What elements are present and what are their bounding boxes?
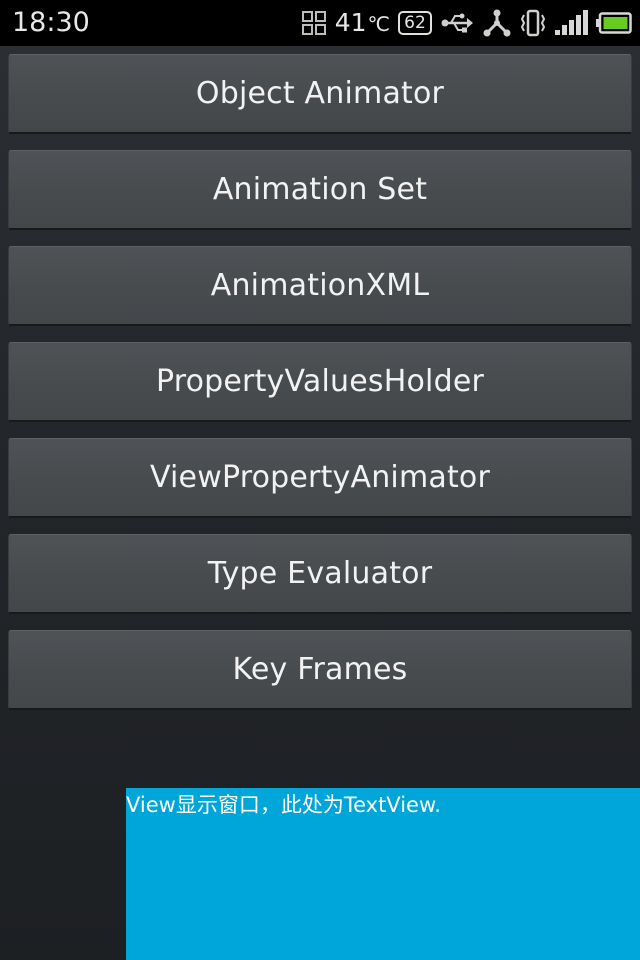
share-hub-icon (482, 9, 512, 37)
status-icons: 41℃ 62 (301, 7, 632, 39)
usb-icon (440, 12, 474, 34)
animation-xml-button[interactable]: AnimationXML (8, 246, 632, 326)
text-view-text: View显示窗口，此处为TextView. (126, 793, 441, 817)
temperature-unit: ℃ (367, 11, 390, 36)
vibrate-icon (520, 9, 546, 37)
animation-set-button[interactable]: Animation Set (8, 150, 632, 230)
type-evaluator-button[interactable]: Type Evaluator (8, 534, 632, 614)
key-frames-button[interactable]: Key Frames (8, 630, 632, 710)
signal-icon (554, 10, 588, 36)
battery-icon (596, 12, 632, 34)
temperature-value: 41 (334, 7, 367, 37)
temperature-readout: 41℃ (335, 8, 390, 39)
object-animator-button[interactable]: Object Animator (8, 54, 632, 134)
view-property-animator-button[interactable]: ViewPropertyAnimator (8, 438, 632, 518)
status-time: 18:30 (12, 7, 90, 38)
apps-grid-icon (301, 10, 327, 36)
text-view-panel: View显示窗口，此处为TextView. (126, 788, 640, 960)
memory-badge: 62 (398, 11, 432, 35)
property-values-holder-button[interactable]: PropertyValuesHolder (8, 342, 632, 422)
status-bar: 18:30 41℃ 62 (0, 0, 640, 46)
